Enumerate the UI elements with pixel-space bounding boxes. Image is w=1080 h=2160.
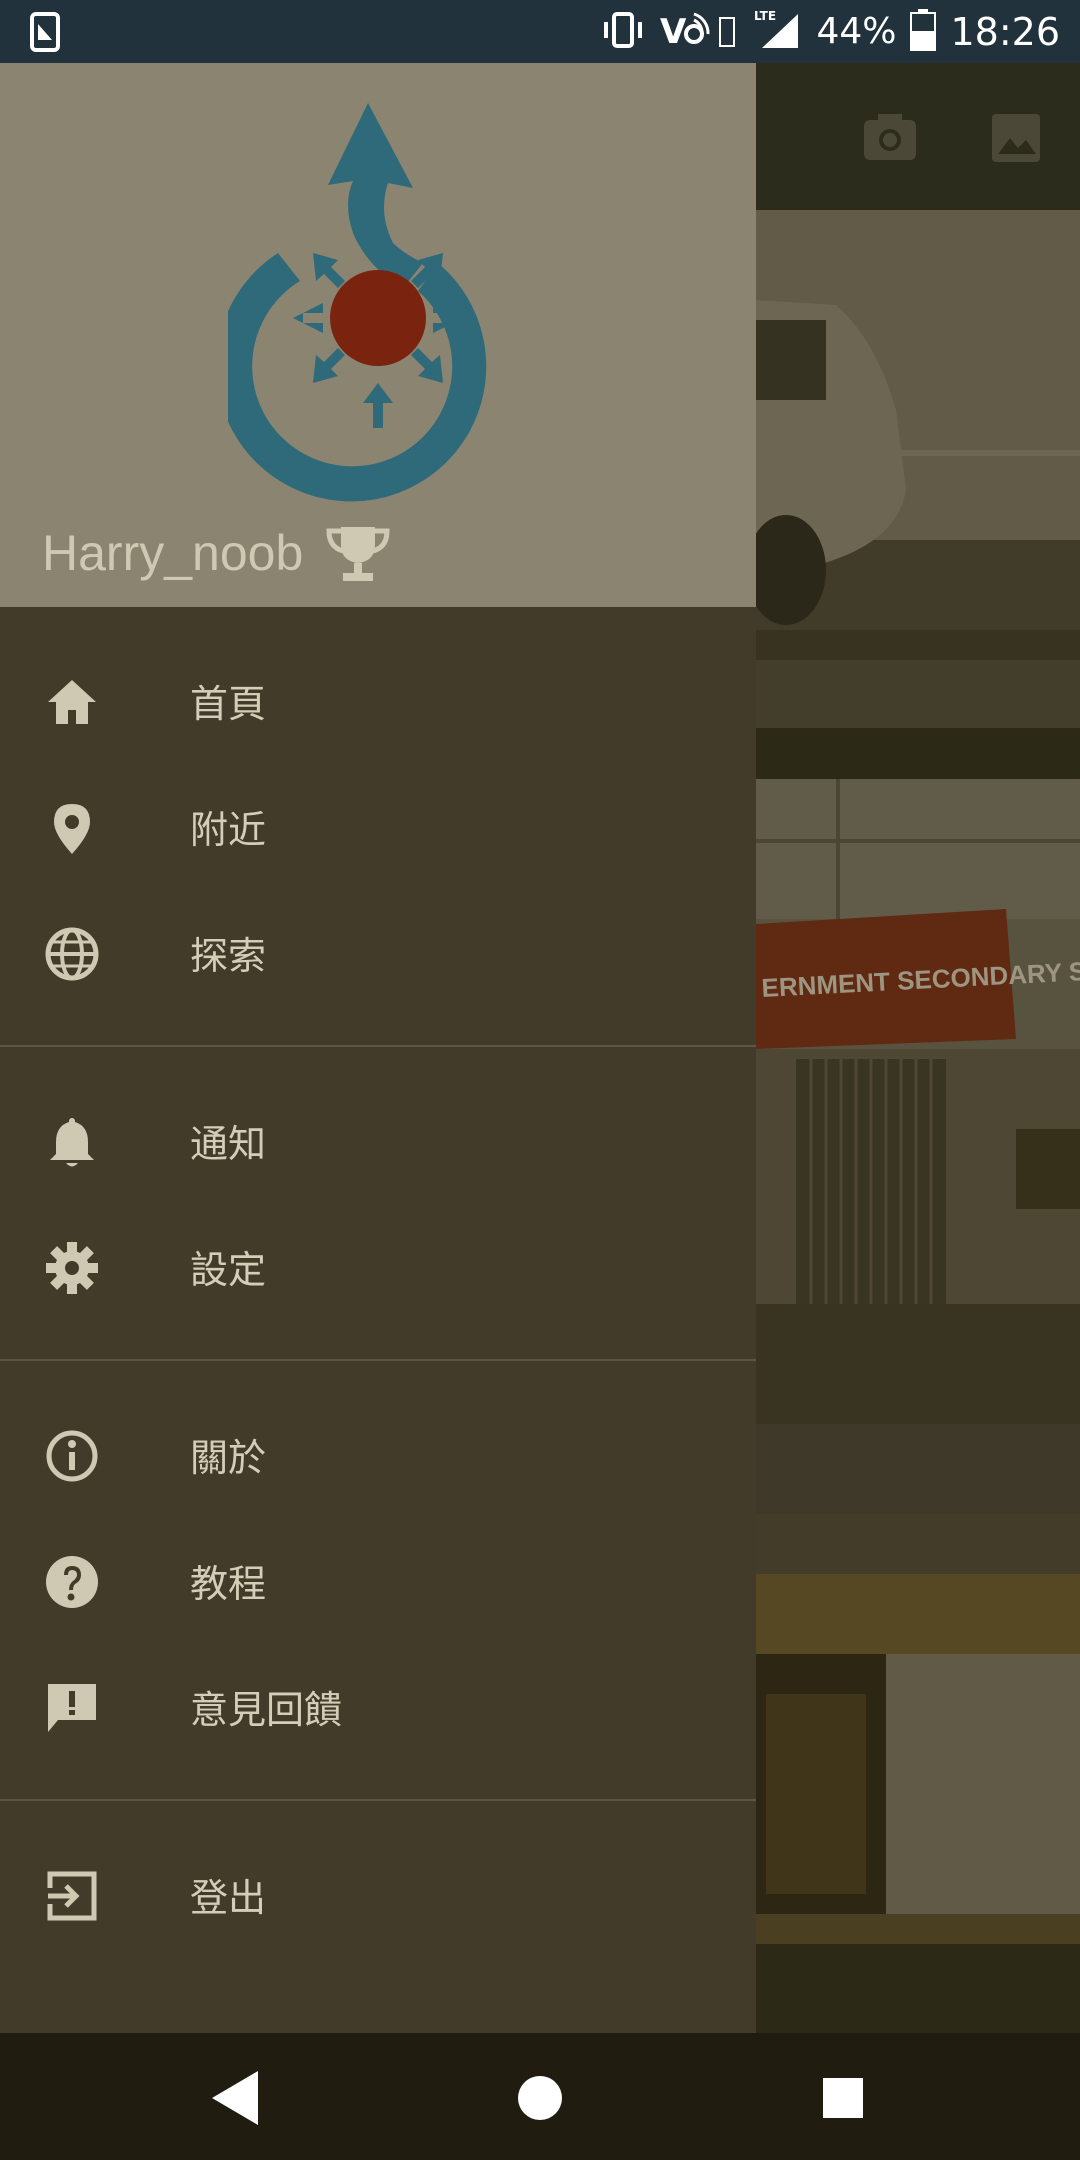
globe-icon [44,926,100,982]
trophy-icon[interactable] [323,523,393,583]
commons-logo [216,103,528,503]
system-nav-bar [0,2033,1080,2160]
info-icon [44,1428,100,1484]
logout-icon [44,1868,100,1924]
battery-percent: 44% [816,11,897,52]
menu-item-nearby[interactable]: 附近 [0,763,756,889]
home-button[interactable] [505,2063,575,2133]
menu-label: 通知 [190,1122,267,1166]
signal-icon: LTE [754,8,802,56]
home-icon [44,674,100,730]
drawer-header: Harry_noob [0,63,756,607]
username: Harry_noob [42,525,304,581]
drawer-menu: 首頁 附近 探索 通知 設定 關於 教程 意見回饋 登出 [0,607,756,1957]
menu-label: 意見回饋 [190,1688,343,1732]
status-bar: V LTE 44% 18:26 [0,0,1080,63]
svg-text:LTE: LTE [754,9,776,23]
menu-item-about[interactable]: 關於 [0,1391,756,1517]
screen: V LTE 44% 18:26 ERNMENT SECONDARY SCHOOL… [0,0,1080,2160]
back-button[interactable] [200,2063,270,2133]
menu-label: 探索 [190,934,267,978]
location-pin-icon [44,800,100,856]
menu-item-feedback[interactable]: 意見回饋 [0,1643,756,1769]
menu-label: 設定 [190,1248,267,1292]
recents-button[interactable] [808,2063,878,2133]
navigation-drawer: Harry_noob 首頁 附近 探索 通知 設定 關於 教程 意見回饋 登出 [0,63,756,2033]
volte-wifi-icon: V [660,10,740,54]
menu-item-logout[interactable]: 登出 [0,1831,756,1957]
menu-label: 附近 [190,808,267,852]
gear-icon [44,1240,100,1296]
menu-label: 教程 [190,1562,267,1606]
menu-item-settings[interactable]: 設定 [0,1203,756,1329]
bell-icon [44,1114,100,1170]
menu-label: 關於 [190,1436,267,1480]
battery-icon [910,8,937,55]
menu-item-explore[interactable]: 探索 [0,889,756,1015]
help-icon [44,1554,100,1610]
screen-icon [30,12,60,56]
svg-text:V: V [660,12,687,50]
menu-label: 首頁 [190,682,267,726]
menu-item-home[interactable]: 首頁 [0,637,756,763]
menu-item-notifications[interactable]: 通知 [0,1077,756,1203]
vibrate-icon [600,10,646,54]
menu-label: 登出 [190,1876,267,1920]
clock: 18:26 [950,9,1060,54]
menu-item-tutorial[interactable]: 教程 [0,1517,756,1643]
feedback-icon [44,1680,100,1736]
